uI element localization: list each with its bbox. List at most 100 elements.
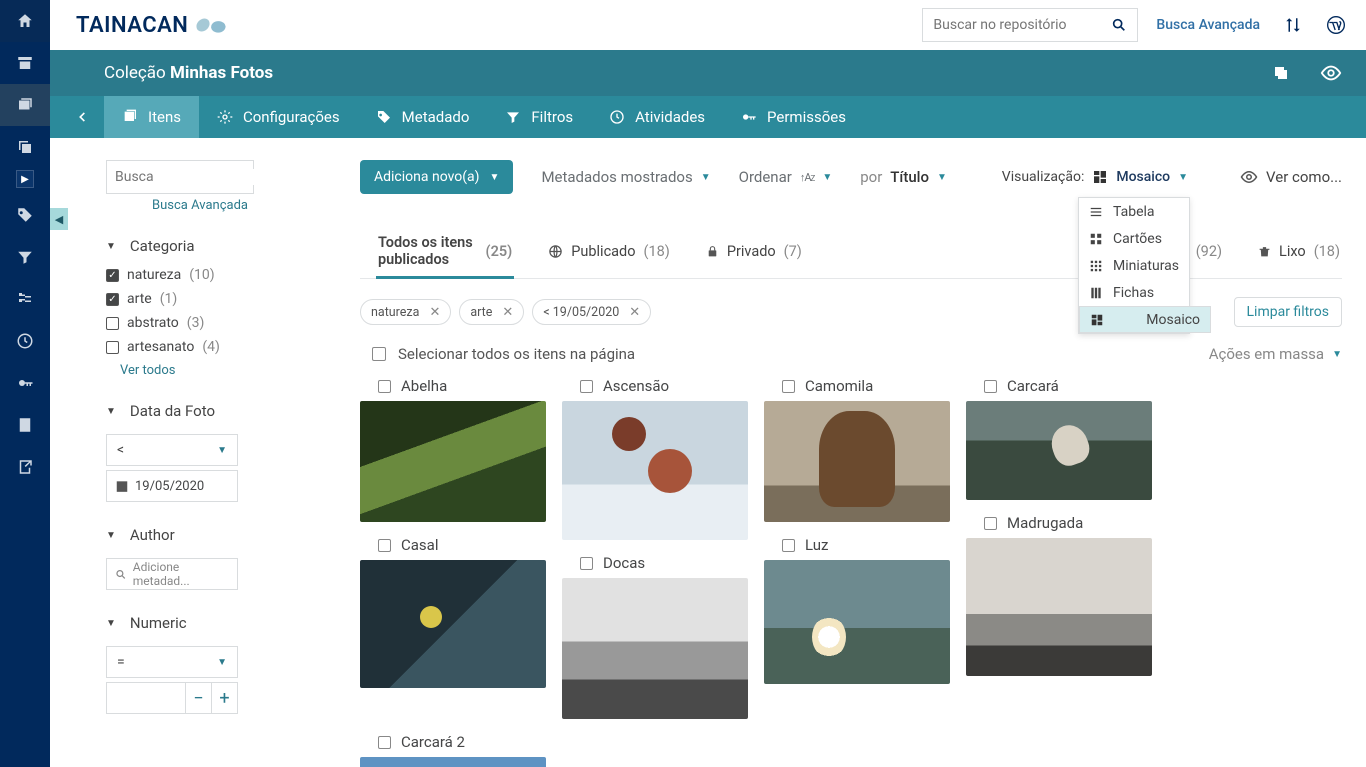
rail-home[interactable] — [0, 0, 50, 42]
item-thumbnail[interactable] — [562, 401, 748, 540]
item-checkbox[interactable] — [984, 517, 997, 530]
item-thumbnail[interactable] — [966, 401, 1152, 500]
item-checkbox[interactable] — [782, 539, 795, 552]
numeric-operator-select[interactable]: =▼ — [106, 646, 238, 678]
order-by[interactable]: por Título ▼ — [860, 168, 947, 186]
status-tab-private[interactable]: Privado(7) — [704, 226, 804, 278]
item-thumbnail[interactable] — [966, 538, 1152, 676]
filter-chip[interactable]: < 19/05/2020✕ — [532, 299, 651, 325]
item-card[interactable]: Carcará — [966, 377, 1152, 500]
advanced-search-link[interactable]: Busca Avançada — [1156, 17, 1260, 33]
rail-import[interactable] — [0, 404, 50, 446]
add-new-button[interactable]: Adiciona novo(a)▼ — [360, 160, 513, 194]
filter-chip[interactable]: natureza✕ — [360, 299, 451, 325]
shown-metadata-dropdown[interactable]: Metadados mostrados▼ — [541, 168, 710, 186]
see-as-button[interactable]: Ver como... — [1240, 168, 1342, 186]
clear-filters-button[interactable]: Limpar filtros — [1234, 297, 1342, 327]
item-checkbox[interactable] — [984, 380, 997, 393]
item-thumbnail[interactable] — [562, 578, 748, 719]
tab-permissions[interactable]: Permissões — [723, 96, 864, 138]
order-dropdown[interactable]: Ordenar↑AZ▼ — [739, 168, 833, 186]
global-search-input[interactable] — [933, 17, 1111, 33]
item-thumbnail[interactable] — [360, 757, 546, 767]
sort-icon[interactable] — [1284, 16, 1302, 34]
chip-remove-icon[interactable]: ✕ — [502, 305, 513, 320]
author-search[interactable]: Adicione metadad... — [106, 558, 238, 590]
facet-date-header[interactable]: ▼Data da Foto — [106, 402, 306, 420]
item-thumbnail[interactable] — [360, 560, 546, 688]
item-card[interactable]: Madrugada — [966, 514, 1152, 676]
numeric-input[interactable] — [106, 682, 186, 714]
local-search-input[interactable] — [115, 169, 293, 185]
rail-taxonomies[interactable] — [0, 278, 50, 320]
item-checkbox[interactable] — [378, 380, 391, 393]
view-option-cards[interactable]: Cartões — [1079, 225, 1189, 252]
local-advanced-search[interactable]: Busca Avançada — [106, 198, 256, 213]
numeric-plus[interactable]: + — [212, 682, 238, 714]
item-card[interactable]: Casal — [360, 536, 546, 688]
item-card[interactable]: Camomila — [764, 377, 950, 522]
item-card[interactable]: Luz — [764, 536, 950, 684]
logo[interactable]: TaInacan — [76, 13, 226, 38]
rail-copy[interactable] — [0, 126, 50, 168]
tab-metadata[interactable]: Metadado — [358, 96, 488, 138]
category-option[interactable]: ✓arte (1) — [106, 291, 306, 307]
see-all-categories[interactable]: Ver todos — [120, 363, 306, 378]
item-checkbox[interactable] — [378, 539, 391, 552]
select-all-checkbox[interactable] — [372, 347, 386, 361]
wordpress-icon[interactable] — [1326, 15, 1346, 35]
numeric-minus[interactable]: − — [186, 682, 212, 714]
rail-tags[interactable] — [0, 194, 50, 236]
chip-remove-icon[interactable]: ✕ — [629, 305, 640, 320]
item-card[interactable]: Docas — [562, 554, 748, 719]
view-option-records[interactable]: Fichas — [1079, 279, 1189, 306]
chevron-down-icon[interactable]: ▼ — [1178, 172, 1188, 183]
rail-collections[interactable] — [0, 84, 50, 126]
status-tab-published[interactable]: Publicado(18) — [546, 226, 672, 278]
bulk-actions[interactable]: Ações em massa▼ — [1209, 345, 1342, 363]
item-card[interactable]: Abelha — [360, 377, 546, 522]
rail-archive[interactable] — [0, 42, 50, 84]
rail-activities[interactable] — [0, 320, 50, 362]
date-input[interactable]: 19/05/2020 — [106, 470, 238, 502]
item-card[interactable]: Ascensão — [562, 377, 748, 540]
category-option[interactable]: abstrato (3) — [106, 315, 306, 331]
category-option[interactable]: artesanato (4) — [106, 339, 306, 355]
item-thumbnail[interactable] — [764, 401, 950, 522]
item-checkbox[interactable] — [580, 380, 593, 393]
item-checkbox[interactable] — [782, 380, 795, 393]
view-option-table[interactable]: Tabela — [1079, 198, 1189, 225]
tab-settings[interactable]: Configurações — [199, 96, 358, 138]
local-search[interactable] — [106, 160, 254, 194]
tab-filters[interactable]: Filtros — [487, 96, 591, 138]
select-all-label[interactable]: Selecionar todos os itens na página — [398, 345, 635, 363]
facet-numeric-header[interactable]: ▼Numeric — [106, 614, 306, 632]
rail-export[interactable] — [0, 446, 50, 488]
item-thumbnail[interactable] — [360, 401, 546, 522]
item-checkbox[interactable] — [580, 557, 593, 570]
search-icon[interactable] — [1111, 17, 1127, 33]
item-checkbox[interactable] — [378, 736, 391, 749]
view-current[interactable]: Mosaico — [1116, 169, 1170, 185]
export-collection-icon[interactable] — [1272, 64, 1290, 82]
status-tab-trash[interactable]: Lixo(18) — [1256, 226, 1342, 278]
view-collection-icon[interactable] — [1320, 62, 1342, 84]
tab-items[interactable]: Itens — [104, 96, 199, 138]
item-card[interactable]: Carcará 2 — [360, 733, 546, 767]
facet-author-header[interactable]: ▼Author — [106, 526, 306, 544]
chip-remove-icon[interactable]: ✕ — [429, 305, 440, 320]
date-operator-select[interactable]: <▼ — [106, 434, 238, 466]
category-option[interactable]: ✓natureza (10) — [106, 267, 306, 283]
global-search[interactable] — [922, 8, 1138, 42]
rail-filters[interactable] — [0, 236, 50, 278]
rail-permissions[interactable] — [0, 362, 50, 404]
back-button[interactable] — [60, 96, 104, 138]
status-tab-all[interactable]: Todos os itens publicados(25) — [376, 226, 514, 278]
tab-activities[interactable]: Atividades — [591, 96, 723, 138]
facet-category-header[interactable]: ▼Categoria — [106, 237, 306, 255]
view-option-mosaic[interactable]: Mosaico — [1079, 306, 1211, 333]
rail-expand-toggle[interactable]: ▶ — [16, 170, 34, 188]
item-thumbnail[interactable] — [764, 560, 950, 684]
filter-chip[interactable]: arte✕ — [459, 299, 524, 325]
view-option-thumbs[interactable]: Miniaturas — [1079, 252, 1189, 279]
